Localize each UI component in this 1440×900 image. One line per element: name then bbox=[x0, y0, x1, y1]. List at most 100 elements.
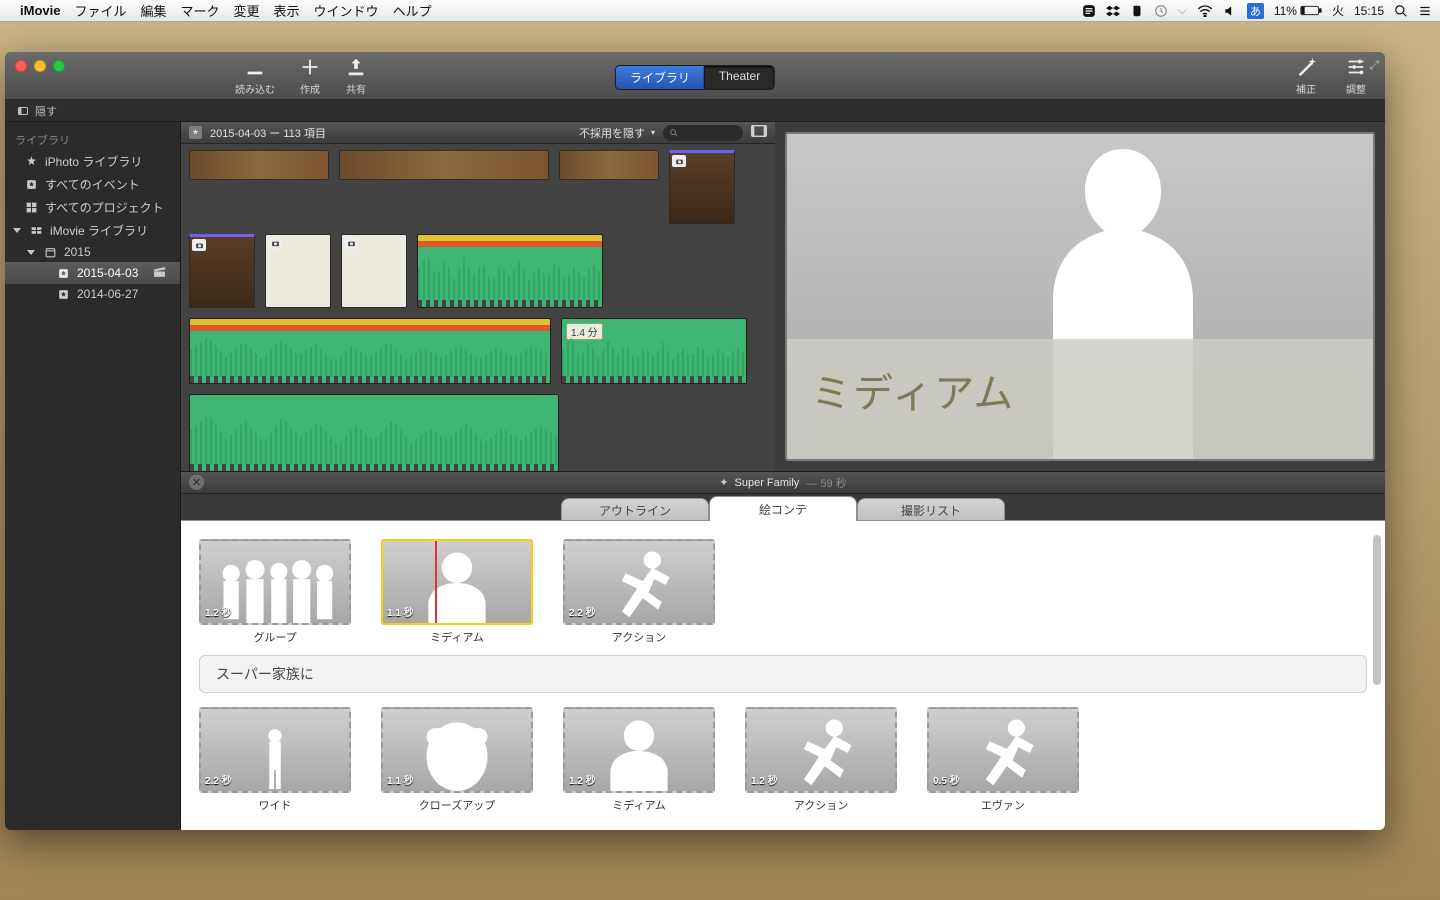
spotlight-icon[interactable] bbox=[1394, 4, 1408, 18]
photo-thumbnail[interactable] bbox=[265, 234, 331, 308]
menu-file[interactable]: ファイル bbox=[74, 1, 126, 20]
shot-placeholder[interactable]: 0.5 秒 bbox=[927, 707, 1079, 793]
storyboard-shot[interactable]: 1.2 秒ミディアム bbox=[563, 707, 715, 813]
notification-center-icon[interactable] bbox=[1418, 4, 1432, 18]
menu-edit[interactable]: 編集 bbox=[140, 1, 166, 20]
sidebar-item-event-2015-04-03[interactable]: 2015-04-03 bbox=[5, 262, 180, 284]
shot-placeholder[interactable]: 1.2 秒 bbox=[745, 707, 897, 793]
camera-icon bbox=[344, 237, 358, 249]
disclosure-triangle-icon[interactable] bbox=[13, 228, 21, 233]
volume-icon[interactable] bbox=[1223, 4, 1237, 18]
browser-title: 2015-04-03 ー 113 項目 bbox=[210, 125, 326, 141]
view-segmented-control: ライブラリ Theater bbox=[615, 65, 775, 90]
browser-header: 2015-04-03 ー 113 項目 不採用を隠す▾ bbox=[181, 122, 775, 144]
theater-tab[interactable]: Theater bbox=[705, 66, 774, 89]
ime-indicator[interactable]: あ bbox=[1247, 3, 1264, 19]
clip-thumbnail[interactable] bbox=[559, 150, 659, 180]
sidebar-item-iphoto[interactable]: iPhoto ライブラリ bbox=[5, 150, 180, 173]
library-tab[interactable]: ライブラリ bbox=[616, 66, 705, 89]
bluetooth-icon[interactable]: ⌵ bbox=[1178, 3, 1187, 18]
audio-clip[interactable] bbox=[417, 234, 603, 308]
favorite-filter-icon[interactable] bbox=[189, 126, 202, 139]
hide-rejected-dropdown[interactable]: 不採用を隠す▾ bbox=[579, 125, 655, 141]
browser-body[interactable]: 1.4 分 bbox=[181, 144, 775, 471]
menu-modify[interactable]: 変更 bbox=[234, 1, 260, 20]
menu-mark[interactable]: マーク bbox=[181, 1, 220, 20]
project-area: ✕ ✦ Super Family — 59 秒 アウトライン 絵コンテ 撮影リス… bbox=[181, 472, 1385, 830]
timemachine-icon[interactable] bbox=[1154, 4, 1168, 18]
browser-search[interactable] bbox=[663, 125, 743, 141]
zoom-window-button[interactable] bbox=[53, 60, 65, 72]
evernote-icon[interactable] bbox=[1130, 4, 1144, 18]
storyboard-scrollbar[interactable] bbox=[1371, 531, 1383, 821]
shot-label: グループ bbox=[253, 629, 296, 645]
line-icon[interactable] bbox=[1082, 4, 1096, 18]
tab-shotlist[interactable]: 撮影リスト bbox=[857, 498, 1005, 521]
sidebar-item-all-projects[interactable]: すべてのプロジェクト bbox=[5, 196, 180, 219]
audio-clip[interactable] bbox=[189, 394, 559, 471]
preview-viewer: ミディアム bbox=[775, 122, 1385, 471]
shot-duration: 2.2 秒 bbox=[205, 772, 232, 787]
menu-view[interactable]: 表示 bbox=[274, 1, 300, 20]
adjust-button[interactable]: 調整 bbox=[1345, 56, 1367, 96]
audio-clip[interactable]: 1.4 分 bbox=[561, 318, 747, 384]
photo-thumbnail[interactable] bbox=[669, 150, 735, 224]
hide-sidebar-bar[interactable]: 隠す bbox=[5, 100, 1385, 122]
tab-storyboard[interactable]: 絵コンテ bbox=[709, 496, 857, 521]
storyboard-title-card[interactable]: スーパー家族に bbox=[199, 655, 1367, 693]
clip-thumbnail[interactable] bbox=[339, 150, 549, 180]
sidebar-item-imovie-library[interactable]: iMovie ライブラリ bbox=[5, 219, 180, 242]
clip-appearance-icon[interactable] bbox=[751, 125, 767, 140]
clock-day[interactable]: 火 bbox=[1332, 2, 1344, 19]
close-project-button[interactable]: ✕ bbox=[189, 475, 204, 490]
enhance-button[interactable]: 補正 bbox=[1295, 56, 1317, 96]
sidebar-item-event-2014-06-27[interactable]: 2014-06-27 bbox=[5, 284, 180, 304]
close-window-button[interactable] bbox=[15, 60, 27, 72]
minimize-window-button[interactable] bbox=[34, 60, 46, 72]
storyboard-shot[interactable]: 1.2 秒アクション bbox=[745, 707, 897, 813]
sidebar-item-all-events[interactable]: すべてのイベント bbox=[5, 173, 180, 196]
shot-placeholder[interactable]: 1.2 秒 bbox=[199, 539, 351, 625]
shot-duration: 1.2 秒 bbox=[205, 604, 232, 619]
sidebar-section-label: ライブラリ bbox=[5, 128, 180, 150]
storyboard-shot[interactable]: 2.2 秒アクション bbox=[563, 539, 715, 645]
shot-placeholder[interactable]: 1.2 秒 bbox=[563, 707, 715, 793]
mac-menu-bar: iMovie ファイル 編集 マーク 変更 表示 ウインドウ ヘルプ ⌵ あ 1… bbox=[0, 0, 1440, 22]
preview-canvas[interactable]: ミディアム bbox=[785, 132, 1375, 461]
shot-placeholder[interactable]: 2.2 秒 bbox=[199, 707, 351, 793]
storyboard-shot[interactable]: 1.2 秒グループ bbox=[199, 539, 351, 645]
menu-window[interactable]: ウインドウ bbox=[314, 1, 379, 20]
event-browser: 2015-04-03 ー 113 項目 不採用を隠す▾ bbox=[181, 122, 775, 471]
shot-label: ミディアム bbox=[612, 797, 665, 813]
shot-placeholder[interactable]: 1.1 秒 bbox=[381, 539, 533, 625]
share-button[interactable]: 共有 bbox=[345, 56, 367, 96]
menu-help[interactable]: ヘルプ bbox=[393, 1, 432, 20]
photo-thumbnail[interactable] bbox=[189, 234, 255, 308]
create-button[interactable]: 作成 bbox=[299, 56, 321, 96]
disclosure-triangle-icon[interactable] bbox=[27, 250, 35, 255]
share-label: 共有 bbox=[346, 81, 366, 96]
photo-thumbnail[interactable] bbox=[341, 234, 407, 308]
storyboard-shot[interactable]: 1.1 秒クローズアップ bbox=[381, 707, 533, 813]
fullscreen-icon[interactable]: ⤢ bbox=[1369, 58, 1379, 73]
storyboard-panel[interactable]: 1.2 秒グループ1.1 秒ミディアム2.2 秒アクション スーパー家族に 2.… bbox=[181, 520, 1385, 830]
playhead-marker[interactable] bbox=[435, 541, 437, 623]
storyboard-shot[interactable]: 1.1 秒ミディアム bbox=[381, 539, 533, 645]
shot-label: アクション bbox=[794, 797, 848, 813]
clock-time[interactable]: 15:15 bbox=[1354, 4, 1384, 18]
shot-placeholder[interactable]: 1.1 秒 bbox=[381, 707, 533, 793]
storyboard-shot[interactable]: 2.2 秒ワイド bbox=[199, 707, 351, 813]
import-button[interactable]: 読み込む bbox=[235, 56, 275, 96]
shot-label: クローズアップ bbox=[419, 797, 495, 813]
app-name[interactable]: iMovie bbox=[20, 3, 60, 18]
shot-placeholder[interactable]: 2.2 秒 bbox=[563, 539, 715, 625]
clip-thumbnail[interactable] bbox=[189, 150, 329, 180]
storyboard-shot[interactable]: 0.5 秒エヴァン bbox=[927, 707, 1079, 813]
battery-status[interactable]: 11% bbox=[1274, 4, 1322, 18]
camera-icon bbox=[672, 155, 686, 167]
wifi-icon[interactable] bbox=[1197, 5, 1213, 17]
tab-outline[interactable]: アウトライン bbox=[561, 498, 709, 521]
dropbox-icon[interactable] bbox=[1106, 4, 1120, 18]
audio-clip[interactable] bbox=[189, 318, 551, 384]
sidebar-item-year-2015[interactable]: 2015 bbox=[5, 242, 180, 262]
